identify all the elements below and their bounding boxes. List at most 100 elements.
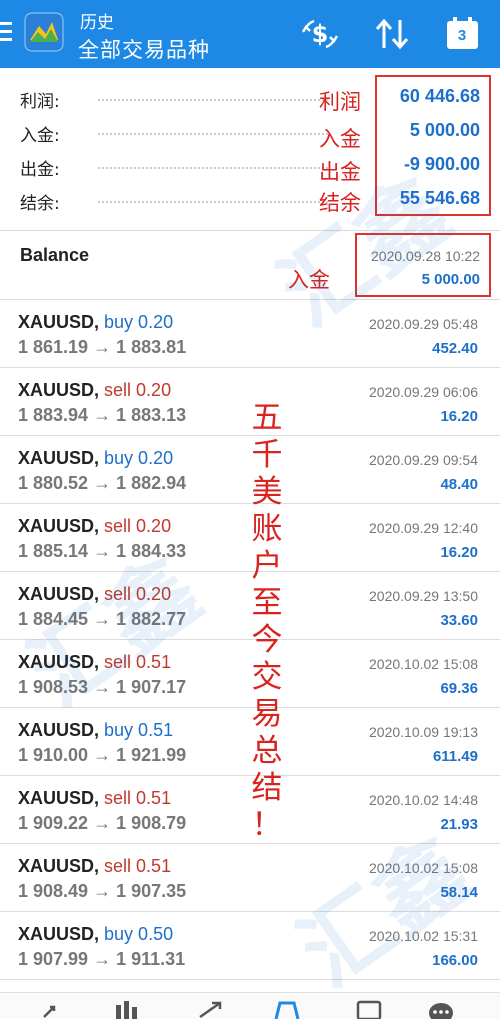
- trade-time: 2020.10.09 19:13: [369, 724, 478, 740]
- trade-time: 2020.09.29 13:50: [369, 588, 478, 604]
- dotted-leader: [98, 99, 328, 101]
- trade-prices: 1 880.52 → 1 882.94: [18, 473, 187, 493]
- trade-symbol: XAUUSD, sell 0.51: [18, 788, 171, 809]
- news-icon[interactable]: [354, 999, 384, 1019]
- trade-symbol: XAUUSD, sell 0.20: [18, 584, 171, 605]
- summary-label: 结余:: [20, 194, 60, 214]
- dotted-leader: [98, 167, 328, 169]
- chart-icon[interactable]: [112, 999, 142, 1019]
- annotation-profit: 利润: [319, 90, 361, 114]
- trade-prices: 1 908.49 → 1 907.35: [18, 881, 187, 901]
- trade-symbol: XAUUSD, sell 0.20: [18, 380, 171, 401]
- svg-text:$: $: [312, 20, 329, 48]
- annotation-char: 至: [251, 585, 283, 621]
- trade-time: 2020.09.29 05:48: [369, 316, 478, 332]
- symbol-text: XAUUSD,: [18, 856, 100, 876]
- dotted-leader: [98, 133, 328, 135]
- trade-profit: 33.60: [440, 612, 478, 629]
- annotation-char: 账: [251, 511, 283, 547]
- trade-profit: 611.49: [432, 748, 478, 765]
- symbol-text: XAUUSD,: [18, 720, 100, 740]
- trade-side: sell 0.20: [104, 516, 172, 536]
- trade-prices: 1 910.00 → 1 921.99: [18, 745, 187, 765]
- symbol-text: XAUUSD,: [18, 788, 100, 808]
- quotes-icon[interactable]: [40, 999, 70, 1019]
- annotation-balance-deposit: 入金: [288, 268, 330, 292]
- trade-time: 2020.09.29 06:06: [369, 384, 478, 400]
- trade-side: buy 0.20: [104, 312, 174, 332]
- annotation-char: 交: [251, 659, 283, 695]
- annotation-char: 今: [251, 622, 283, 658]
- trade-profit: 69.36: [440, 680, 478, 697]
- trade-side: buy 0.50: [104, 924, 174, 944]
- trade-prices: 1 861.19 → 1 883.81: [18, 337, 187, 357]
- annotation-char: 总: [251, 733, 283, 769]
- trade-symbol: XAUUSD, buy 0.50: [18, 924, 173, 945]
- trade-row[interactable]: XAUUSD, buy 0.50 1 907.99 → 1 911.31 2020.…: [0, 912, 500, 980]
- trade-prices: 1 884.45 → 1 882.77: [18, 609, 187, 629]
- trade-profit: 452.40: [432, 340, 478, 357]
- trade-side: sell 0.20: [104, 380, 172, 400]
- annotation-box-balance: [355, 233, 491, 297]
- trade-prices: 1 883.94 → 1 883.13: [18, 405, 187, 425]
- annotation-char: 五: [251, 400, 283, 436]
- trade-prices: 1 909.22 → 1 908.79: [18, 813, 187, 833]
- annotation-deposit: 入金: [319, 127, 361, 151]
- trade-side: buy 0.20: [104, 448, 174, 468]
- symbol-text: XAUUSD,: [18, 380, 100, 400]
- dotted-leader: [98, 201, 328, 203]
- trade-profit: 16.20: [440, 544, 478, 561]
- summary-label: 出金:: [20, 160, 60, 180]
- trade-side: sell 0.20: [104, 584, 172, 604]
- chat-icon[interactable]: [426, 999, 456, 1019]
- symbol-text: XAUUSD,: [18, 448, 100, 468]
- trade-side: sell 0.51: [104, 652, 172, 672]
- annotation-vertical-text: 五千美账户至今交易总结！: [250, 400, 284, 844]
- annotation-char: 美: [251, 474, 283, 510]
- dollar-exchange-icon[interactable]: $: [300, 14, 340, 54]
- sort-arrows-icon[interactable]: [372, 14, 412, 54]
- trade-symbol: XAUUSD, sell 0.51: [18, 856, 171, 877]
- symbol-text: XAUUSD,: [18, 924, 100, 944]
- trade-time: 2020.09.29 09:54: [369, 452, 478, 468]
- trade-time: 2020.10.02 15:08: [369, 860, 478, 876]
- annotation-char: 户: [251, 548, 283, 584]
- annotation-char: 结: [251, 770, 283, 806]
- trade-time: 2020.10.02 14:48: [369, 792, 478, 808]
- trade-profit: 166.00: [432, 952, 478, 969]
- trade-profit: 58.14: [440, 884, 478, 901]
- trade-symbol: XAUUSD, sell 0.51: [18, 652, 171, 673]
- trade-prices: 1 885.14 → 1 884.33: [18, 541, 187, 561]
- trade-time: 2020.10.02 15:31: [369, 928, 478, 944]
- trade-profit: 16.20: [440, 408, 478, 425]
- trade-prices: 1 908.53 → 1 907.17: [18, 677, 187, 697]
- summary-label: 利润:: [20, 92, 60, 112]
- page-title[interactable]: 全部交易品种: [78, 34, 210, 64]
- balance-title: Balance: [20, 245, 90, 265]
- trade-side: sell 0.51: [104, 856, 172, 876]
- annotation-char: 千: [251, 437, 283, 473]
- bottom-navigation: [0, 992, 500, 1019]
- annotation-char: 易: [251, 696, 283, 732]
- trade-symbol: XAUUSD, buy 0.20: [18, 448, 173, 469]
- trade-profit: 48.40: [440, 476, 478, 493]
- trade-row[interactable]: XAUUSD, sell 0.51 1 908.49 → 1 907.35 2020…: [0, 844, 500, 912]
- trade-prices: 1 907.99 → 1 911.31: [18, 949, 186, 969]
- history-icon[interactable]: [272, 999, 302, 1019]
- trade-symbol: XAUUSD, buy 0.20: [18, 312, 173, 333]
- calendar-icon[interactable]: 3: [444, 14, 484, 54]
- annotation-char: ！: [251, 807, 283, 843]
- trade-icon[interactable]: [196, 999, 226, 1019]
- trade-side: sell 0.51: [104, 788, 172, 808]
- trade-row[interactable]: XAUUSD, buy 0.20 1 861.19 → 1 883.81 2020.…: [0, 300, 500, 368]
- trade-time: 2020.09.29 12:40: [369, 520, 478, 536]
- app-logo-icon: [24, 12, 64, 52]
- calendar-day: 3: [457, 27, 467, 44]
- symbol-text: XAUUSD,: [18, 652, 100, 672]
- app-header: 历史 全部交易品种 $ 3: [0, 0, 500, 68]
- symbol-text: XAUUSD,: [18, 312, 100, 332]
- menu-icon[interactable]: [0, 22, 14, 44]
- symbol-text: XAUUSD,: [18, 516, 100, 536]
- symbol-text: XAUUSD,: [18, 584, 100, 604]
- trade-time: 2020.10.02 15:08: [369, 656, 478, 672]
